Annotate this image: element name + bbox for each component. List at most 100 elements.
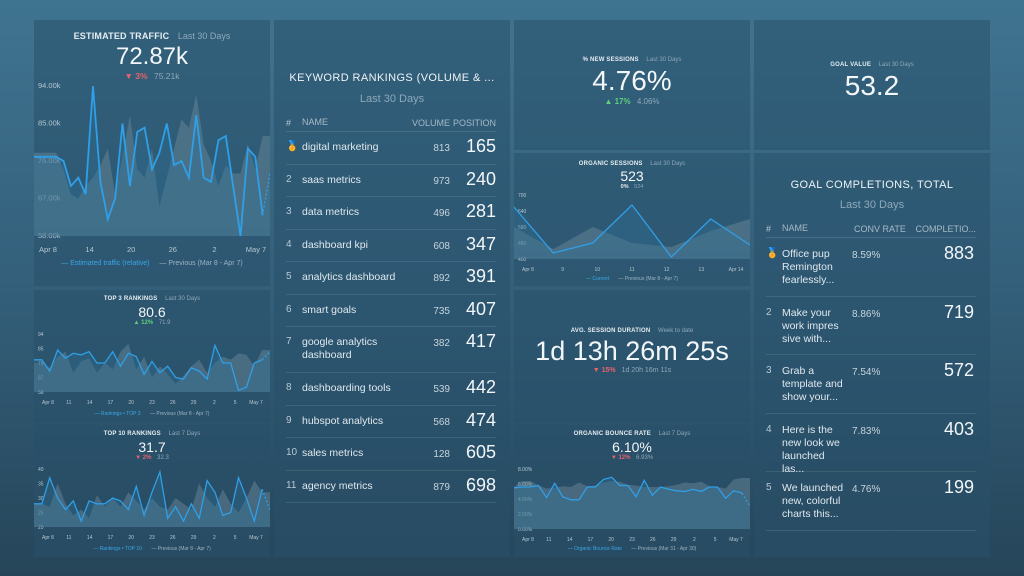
conv-rate: 4.76% (852, 484, 881, 495)
table-row[interactable]: 6 smart goals 735 407 (286, 295, 496, 327)
row-rank: 2 (766, 306, 772, 318)
table-header: # NAME VOLUME POSITION (286, 114, 496, 132)
col-name[interactable]: NAME (782, 222, 854, 235)
goal-name: We launched new, colorful charts this... (782, 482, 844, 520)
col-completions[interactable]: COMPLETIO... (914, 224, 976, 234)
keyword-position: 391 (465, 266, 496, 286)
table-header: # NAME CONV RATE COMPLETIO... (766, 220, 976, 238)
legend-previous[interactable]: — Previous (Mar 8 - Apr 7) (150, 411, 209, 417)
legend-previous[interactable]: — Previous (Mar 31 - Apr 30) (631, 546, 696, 552)
legend-current[interactable]: — Current (586, 276, 609, 282)
col-position[interactable]: POSITION (450, 118, 496, 128)
x-tick-label: 14 (567, 537, 573, 543)
table-row[interactable]: 9 hubspot analytics 568 474 (286, 406, 496, 438)
table-row[interactable]: 5 analytics dashboard 892 391 (286, 262, 496, 295)
y-tick-label: 35 (38, 482, 44, 488)
previous-value: 32.3 (157, 455, 169, 461)
estimated-traffic-chart[interactable]: 94.00k85.00k76.00k67.00k58.00kApr 8 14 20 2… (34, 80, 270, 268)
session-duration-widget[interactable]: AVG. SESSION DURATION Week to date 1d 13… (514, 290, 750, 422)
goal-value-widget[interactable]: GOAL VALUE Last 30 Days 53.2 (754, 20, 990, 150)
keyword-rankings-widget[interactable]: KEYWORD RANKINGS (VOLUME & ... Last 30 D… (274, 20, 510, 557)
row-rank: 9 (286, 414, 292, 426)
delta-row: ▼ 2% 32.3 (34, 455, 270, 461)
keyword-volume: 813 (433, 143, 450, 154)
widget-title: ORGANIC SESSIONS (578, 161, 643, 167)
goal-name: Office pup Remington fearlessly... (782, 248, 835, 286)
organic-sessions-chart[interactable]: 700640580480400Apr 8 9 10 11 12 13 Apr 14 (514, 191, 750, 277)
x-tick-label: 23 (149, 535, 155, 541)
keyword-name: sales metrics (302, 447, 364, 459)
estimated-traffic-widget[interactable]: ESTIMATED TRAFFIC Last 30 Days 72.87k ▼ … (34, 20, 270, 286)
x-tick-label: 26 (170, 535, 176, 541)
col-conv-rate[interactable]: CONV RATE (854, 224, 914, 234)
col-rank[interactable]: # (766, 224, 782, 234)
table-row[interactable]: 2 saas metrics 973 240 (286, 165, 496, 197)
table-row[interactable]: 11 agency metrics 879 698 (286, 471, 496, 503)
keyword-volume: 496 (433, 208, 450, 219)
legend-current[interactable]: — Rankings • TOP 10 (93, 546, 142, 552)
table-row[interactable]: 10 sales metrics 128 605 (286, 438, 496, 471)
keyword-name: analytics dashboard (302, 271, 396, 283)
legend-previous[interactable]: — Previous (Mar 8 - Apr 7) (151, 546, 210, 552)
x-tick-label: 2 (213, 535, 216, 541)
new-sessions-widget[interactable]: % NEW SESSIONS Last 30 Days 4.76% ▲ 17% … (514, 20, 750, 150)
legend-previous[interactable]: — Previous (Mar 8 - Apr 7) (159, 260, 242, 267)
delta-percent: 12% (618, 455, 631, 461)
top10-chart[interactable]: 4035302520Apr 8 11 14 17 20 23 26 29 2 5 May 7 (34, 463, 270, 549)
x-tick-label: 5 (714, 537, 717, 543)
main-value: 4.76% (592, 65, 672, 96)
legend-previous[interactable]: — Previous (Mar 8 - Apr 7) (619, 276, 678, 282)
table-row[interactable]: 🏅 digital marketing 813 165 (286, 132, 496, 165)
bounce-rate-widget[interactable]: ORGANIC BOUNCE RATE Last 7 Days 6.10% ▼ … (514, 425, 750, 557)
x-tick-label: 20 (608, 537, 614, 543)
row-rank: 6 (286, 303, 292, 315)
widget-title: % NEW SESSIONS (582, 57, 639, 63)
legend-current[interactable]: — Estimated traffic (relative) (61, 260, 149, 267)
table-row[interactable]: 4 dashboard kpi 608 347 (286, 230, 496, 262)
bounce-rate-chart[interactable]: 8.00%6.00%4.00%2.00%0.00%Apr 8 11 14 17 20 23… (514, 463, 750, 549)
widget-header: GOAL VALUE Last 30 Days (754, 62, 990, 68)
table-row[interactable]: 2 Make your work impres sive with... 8.86%… (766, 297, 976, 355)
legend-current[interactable]: — Organic Bounce Rate (568, 546, 622, 552)
x-tick-label: Apr 14 (729, 267, 744, 273)
main-value: 6.10% (612, 439, 652, 455)
widget-title: KEYWORD RANKINGS (VOLUME & ... (289, 72, 495, 84)
x-tick-label: Apr 8 (39, 245, 57, 254)
table-row[interactable]: 3 data metrics 496 281 (286, 197, 496, 230)
top3-chart[interactable]: 9485766758Apr 8 11 14 17 20 23 26 29 2 5 May 7 (34, 328, 270, 414)
legend-current[interactable]: — Rankings • TOP 3 (95, 411, 141, 417)
col-rank[interactable]: # (286, 118, 302, 128)
up-arrow-icon: ▲ (604, 97, 613, 106)
widget-title: AVG. SESSION DURATION (570, 328, 651, 334)
col-volume[interactable]: VOLUME (406, 118, 450, 128)
goal-completions-widget[interactable]: GOAL COMPLETIONS, TOTAL Last 30 Days # N… (754, 153, 990, 557)
table-row[interactable]: 5 We launched new, colorful charts this..… (766, 472, 976, 531)
keyword-volume: 735 (433, 305, 450, 317)
widget-title: TOP 10 RANKINGS (103, 431, 161, 437)
widget-header: ORGANIC BOUNCE RATE Last 7 Days (514, 431, 750, 437)
main-value: 523 (620, 168, 644, 184)
table-row[interactable]: 3 Grab a template and show your... 7.54% 57… (766, 355, 976, 414)
x-tick-label: 23 (149, 400, 155, 406)
keyword-volume: 892 (433, 273, 450, 284)
y-tick-label: 94.00k (38, 81, 61, 90)
down-arrow-icon: ▼ (610, 455, 617, 461)
col-name[interactable]: NAME (302, 116, 406, 129)
current-series-area (34, 471, 270, 527)
table-row[interactable]: 4 Here is the new look we launched las...… (766, 414, 976, 475)
widget-period: Last 30 Days (650, 161, 686, 167)
previous-value: 4.06% (636, 97, 660, 106)
table-row[interactable]: 🏅 Office pup Remington fearlessly... 8.59%… (766, 238, 976, 297)
organic-sessions-widget[interactable]: ORGANIC SESSIONS Last 30 Days 523 0% 524… (514, 153, 750, 286)
x-tick-label: 5 (234, 535, 237, 541)
y-tick-label: 8.00% (518, 467, 533, 473)
x-tick-label: 20 (128, 535, 134, 541)
x-tick-label: 26 (169, 245, 177, 254)
chart-legend: — Organic Bounce Rate — Previous (Mar 31… (514, 546, 750, 552)
table-row[interactable]: 7 google analytics dashboard 382 417 (286, 327, 496, 373)
row-rank: 5 (286, 271, 292, 282)
top10-rankings-widget[interactable]: TOP 10 RANKINGS Last 7 Days 31.7 ▼ 2% 32… (34, 425, 270, 557)
x-tick-label: Apr 8 (522, 537, 534, 543)
top3-rankings-widget[interactable]: TOP 3 RANKINGS Last 30 Days 80.6 ▲ 12% 7… (34, 290, 270, 422)
table-row[interactable]: 8 dashboarding tools 539 442 (286, 373, 496, 406)
